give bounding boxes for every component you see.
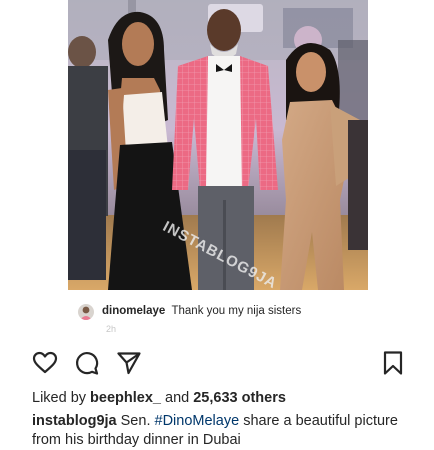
comment-time: 2h: [106, 324, 117, 334]
post-caption: instablog9ja Sen. #DinoMelaye share a be…: [32, 412, 427, 450]
caption-hashtag[interactable]: #DinoMelaye: [155, 413, 240, 429]
caption-prefix: Sen.: [120, 413, 151, 429]
avatar[interactable]: [78, 304, 94, 320]
likes-summary[interactable]: Liked by beephlex_ and 25,633 others: [32, 389, 286, 407]
liked-by-user[interactable]: beephlex_: [90, 390, 161, 406]
post-photo[interactable]: INSTABLOG9JA: [68, 0, 368, 290]
likes-prefix: Liked by: [32, 390, 87, 406]
comment-text: Thank you my nija sisters: [171, 305, 302, 317]
caption-username[interactable]: instablog9ja: [32, 413, 117, 429]
post-actions: [32, 350, 404, 376]
photo-comment: dinomelaye Thank you my nija sisters 2h: [78, 302, 378, 338]
share-icon[interactable]: [116, 350, 142, 376]
likes-count[interactable]: 25,633 others: [193, 390, 286, 406]
comment-icon[interactable]: [74, 350, 100, 376]
bookmark-icon[interactable]: [380, 350, 406, 376]
heart-icon[interactable]: [32, 350, 58, 376]
comment-username[interactable]: dinomelaye: [102, 305, 165, 317]
likes-conjunction: and: [165, 390, 190, 406]
